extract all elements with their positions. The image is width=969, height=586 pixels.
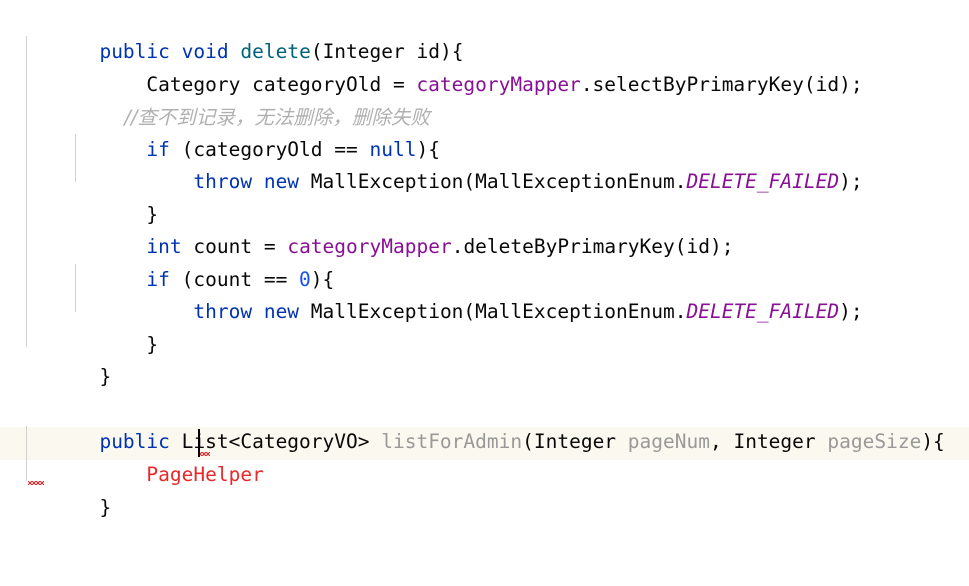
token-field: categoryMapper (416, 73, 581, 96)
error-squiggle-missing-return (28, 481, 44, 485)
token-brace: ){ (921, 430, 945, 453)
token-param-type: , Integer (709, 430, 828, 453)
code-line[interactable]: public List<CategoryVO> listForAdmin(Int… (0, 392, 944, 453)
code-line[interactable]: throw new MallException(MallExceptionEnu… (0, 262, 862, 323)
token-exception: MallException(MallExceptionEnum. (299, 170, 687, 193)
token-param-type: (Integer (522, 430, 628, 453)
token-unused-param: pageNum (627, 430, 710, 453)
code-line[interactable]: } (0, 295, 158, 356)
code-line[interactable]: int count = categoryMapper.deleteByPrima… (0, 197, 733, 258)
token-closing-brace: } (99, 496, 112, 519)
code-line[interactable]: } (0, 327, 111, 388)
code-line[interactable]: public void delete(Integer id){ (0, 2, 463, 63)
code-line[interactable]: if (count == 0){ (0, 230, 334, 291)
token-keyword: throw (193, 300, 253, 323)
token-keyword: throw (193, 170, 253, 193)
token-unresolved-symbol: PageHelper (146, 463, 264, 486)
token-terminator: ); (839, 300, 863, 323)
text-caret (198, 429, 200, 457)
token-call: .selectByPrimaryKey(id); (580, 73, 863, 96)
code-line[interactable]: if (categoryOld == null){ (0, 100, 440, 161)
code-line[interactable]: } (0, 458, 111, 519)
code-line-current[interactable]: PageHelper (0, 425, 263, 486)
token-unused-param: pageSize (827, 430, 922, 453)
token-call: .deleteByPrimaryKey(id); (451, 235, 734, 258)
token-unused-method-name: listForAdmin (381, 430, 523, 453)
token-static-constant: DELETE_FAILED (686, 170, 840, 193)
token-keyword: new (263, 170, 300, 193)
code-line-comment[interactable]: //查不到记录，无法删除，删除失败 (0, 68, 430, 129)
token-exception: MallException(MallExceptionEnum. (299, 300, 687, 323)
token-closing-brace: } (99, 365, 112, 388)
token-static-constant: DELETE_FAILED (686, 300, 840, 323)
token-terminator: ); (839, 170, 863, 193)
code-line-blank[interactable] (0, 360, 99, 393)
code-line[interactable]: throw new MallException(MallExceptionEnu… (0, 132, 862, 193)
code-editor-canvas[interactable]: public void delete(Integer id){ Category… (0, 0, 969, 586)
code-line[interactable]: Category categoryOld = categoryMapper.se… (0, 35, 862, 96)
code-line[interactable]: } (0, 165, 158, 226)
token-keyword: new (263, 300, 300, 323)
